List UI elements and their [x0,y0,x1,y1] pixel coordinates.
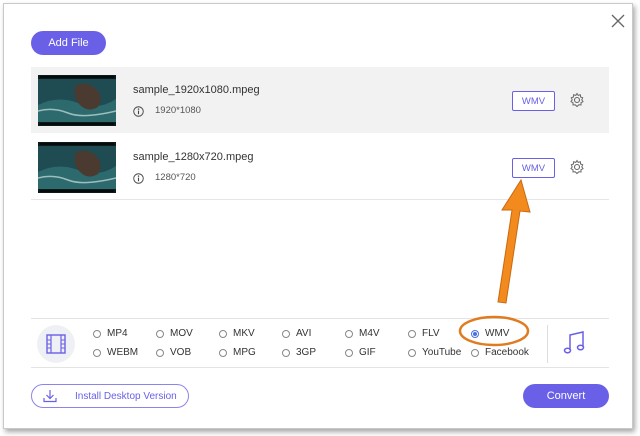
format-selector: MP4 MOV MKV AVI M4V FLV WMV WEBM VOB MPG… [31,318,609,368]
format-label: MP4 [107,328,128,339]
format-option-avi[interactable]: AVI [282,328,311,339]
divider [547,325,548,363]
radio-button[interactable] [219,348,227,357]
format-label: MPG [233,347,256,358]
info-icon[interactable] [133,106,144,117]
format-label: Facebook [485,347,529,358]
format-option-mp4[interactable]: MP4 [93,328,128,339]
format-option-mkv[interactable]: MKV [219,328,255,339]
radio-button[interactable] [219,329,227,338]
format-option-flv[interactable]: FLV [408,328,440,339]
file-row: sample_1920x1080.mpeg 1920*1080 WMV [31,67,609,133]
radio-button[interactable] [93,329,101,338]
format-option-youtube[interactable]: YouTube [408,347,461,358]
file-name: sample_1920x1080.mpeg [133,84,260,96]
gear-icon[interactable] [569,92,585,108]
format-option-gif[interactable]: GIF [345,347,376,358]
film-icon [46,334,66,354]
format-option-wmv[interactable]: WMV [471,328,509,339]
format-option-webm[interactable]: WEBM [93,347,138,358]
file-row: sample_1280x720.mpeg 1280*720 WMV [31,134,609,200]
download-icon [43,390,57,403]
format-label: GIF [359,347,376,358]
format-label: AVI [296,328,312,339]
radio-button-selected[interactable] [471,329,479,338]
format-option-mov[interactable]: MOV [156,328,193,339]
radio-button[interactable] [471,348,479,357]
output-format-button[interactable]: WMV [512,91,555,111]
format-option-mpg[interactable]: MPG [219,347,256,358]
convert-button[interactable]: Convert [523,384,609,408]
video-tab[interactable] [37,325,75,363]
format-label: WEBM [107,347,139,358]
output-format-button[interactable]: WMV [512,158,555,178]
format-label: MOV [170,328,193,339]
format-label: YouTube [422,347,462,358]
radio-button[interactable] [345,329,353,338]
radio-button[interactable] [93,348,101,357]
radio-button[interactable] [282,348,290,357]
close-icon[interactable] [609,12,627,30]
format-label: M4V [359,328,380,339]
file-resolution: 1920*1080 [155,105,201,116]
format-option-facebook[interactable]: Facebook [471,347,529,358]
format-label: MKV [233,328,255,339]
format-option-vob[interactable]: VOB [156,347,191,358]
format-label: VOB [170,347,192,358]
radio-button[interactable] [345,348,353,357]
video-thumbnail [38,75,116,126]
format-label: 3GP [296,347,317,358]
file-name: sample_1280x720.mpeg [133,151,254,163]
music-note-icon[interactable] [562,330,586,356]
format-option-3gp[interactable]: 3GP [282,347,316,358]
radio-button[interactable] [282,329,290,338]
install-desktop-button[interactable]: Install Desktop Version [31,384,189,408]
file-resolution: 1280*720 [155,172,196,183]
video-thumbnail [38,142,116,193]
radio-button[interactable] [408,348,416,357]
radio-button[interactable] [156,329,164,338]
gear-icon[interactable] [569,159,585,175]
format-label: FLV [422,328,440,339]
info-icon[interactable] [133,173,144,184]
radio-button[interactable] [156,348,164,357]
add-file-button[interactable]: Add File [31,31,106,55]
format-option-m4v[interactable]: M4V [345,328,380,339]
radio-button[interactable] [408,329,416,338]
format-label: WMV [485,328,510,339]
install-label: Install Desktop Version [75,391,177,402]
